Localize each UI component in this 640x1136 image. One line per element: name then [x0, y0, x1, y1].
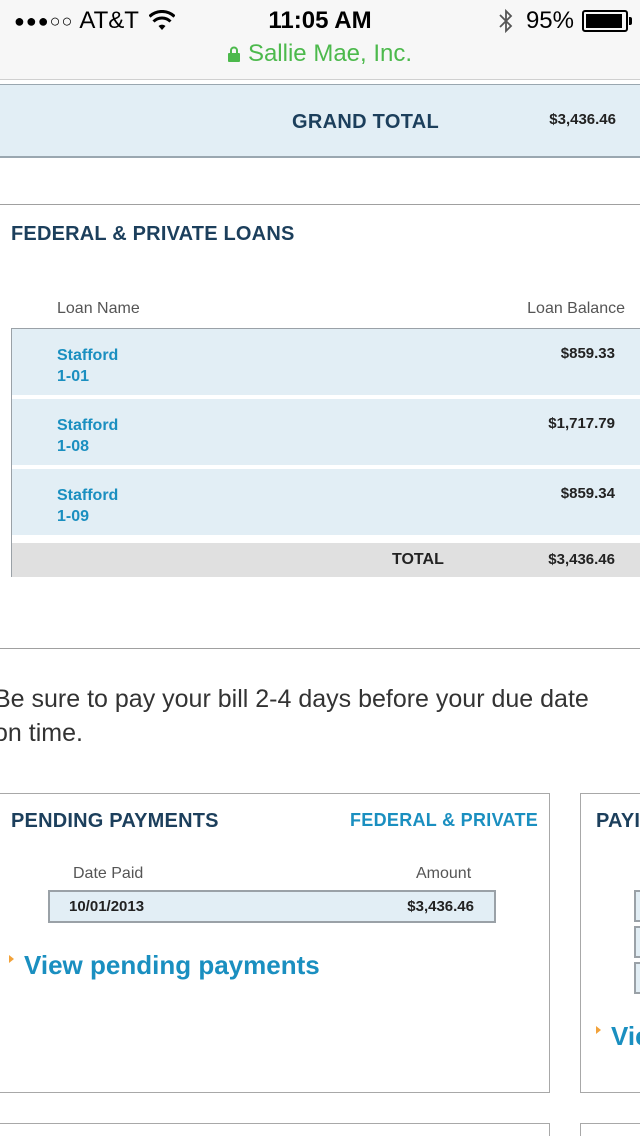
notice-line-2: on time. — [0, 719, 83, 747]
loans-title: FEDERAL & PRIVATE LOANS — [11, 223, 295, 245]
loan-name: Stafford — [57, 417, 119, 434]
loan-link[interactable]: Stafford 1-08 — [57, 415, 118, 457]
payment-amount: $3,436.46 — [407, 898, 474, 915]
status-bar: ●●●○○ AT&T 11:05 AM 95% Sallie Mae, Inc. — [0, 0, 640, 80]
loans-total-row: TOTAL $3,436.46 — [12, 543, 640, 577]
loan-id: 1-01 — [57, 368, 90, 385]
payment-notice: Be sure to pay your bill 2-4 days before… — [0, 682, 640, 750]
arrow-right-icon — [9, 954, 14, 963]
view-pending-label: View pending payments — [24, 950, 320, 980]
loan-balance-header: Loan Balance — [527, 300, 625, 317]
site-name: Sallie Mae, Inc. — [247, 40, 413, 67]
loan-link[interactable]: Stafford 1-01 — [57, 345, 118, 387]
date-paid-header: Date Paid — [73, 865, 144, 882]
table-row — [634, 926, 640, 958]
view-pending-payments-link[interactable]: View pending payments — [9, 950, 320, 981]
table-row: 10/01/2013 $3,436.46 — [48, 890, 496, 923]
loan-balance: $859.34 — [560, 485, 615, 502]
notice-line-1: Be sure to pay your bill 2-4 days before… — [0, 685, 589, 713]
table-row: Stafford 1-08 $1,717.79 — [12, 399, 640, 465]
grand-total-label: GRAND TOTAL — [292, 111, 439, 133]
next-card-edge-right — [580, 1123, 640, 1136]
pending-payments-card: PENDING PAYMENTS FEDERAL & PRIVATE Date … — [0, 793, 550, 1093]
amount-header: Amount — [416, 865, 472, 882]
loan-id: 1-08 — [57, 438, 90, 455]
federal-private-link[interactable]: FEDERAL & PRIVATE — [350, 810, 538, 831]
total-value: $3,436.46 — [548, 551, 615, 568]
payment-history-card: PAYI Vie — [580, 793, 640, 1093]
loans-table: Stafford 1-01 $859.33 Stafford 1-08 $1,7… — [11, 328, 640, 577]
view-link-label: Vie — [611, 1021, 640, 1051]
table-row: Stafford 1-09 $859.34 — [12, 469, 640, 535]
site-identity[interactable]: Sallie Mae, Inc. — [0, 40, 640, 68]
arrow-right-icon — [596, 1025, 601, 1034]
loan-name: Stafford — [57, 347, 119, 364]
battery-area: 95% — [498, 7, 632, 35]
loan-balance: $859.33 — [560, 345, 615, 362]
battery-percent: 95% — [525, 7, 574, 34]
table-row: Stafford 1-01 $859.33 — [12, 329, 640, 395]
payment-card-title: PAYI — [596, 810, 640, 832]
payment-date: 10/01/2013 — [69, 898, 145, 915]
lock-icon — [227, 46, 240, 62]
loans-section: FEDERAL & PRIVATE LOANS Loan Name Loan B… — [0, 204, 640, 649]
total-label: TOTAL — [392, 551, 444, 568]
next-card-edge — [0, 1123, 550, 1136]
bluetooth-icon — [499, 8, 513, 34]
pending-title: PENDING PAYMENTS — [11, 810, 219, 832]
loan-balance: $1,717.79 — [548, 415, 615, 432]
loan-name-header: Loan Name — [57, 300, 140, 317]
loan-id: 1-09 — [57, 508, 90, 525]
table-row — [634, 962, 640, 994]
loan-link[interactable]: Stafford 1-09 — [57, 485, 118, 527]
grand-total-value: $3,436.46 — [549, 111, 616, 128]
battery-icon — [582, 10, 632, 32]
loan-name: Stafford — [57, 487, 119, 504]
grand-total-banner: GRAND TOTAL $3,436.46 — [0, 84, 640, 158]
view-link-partial[interactable]: Vie — [596, 1021, 640, 1052]
table-row — [634, 890, 640, 922]
